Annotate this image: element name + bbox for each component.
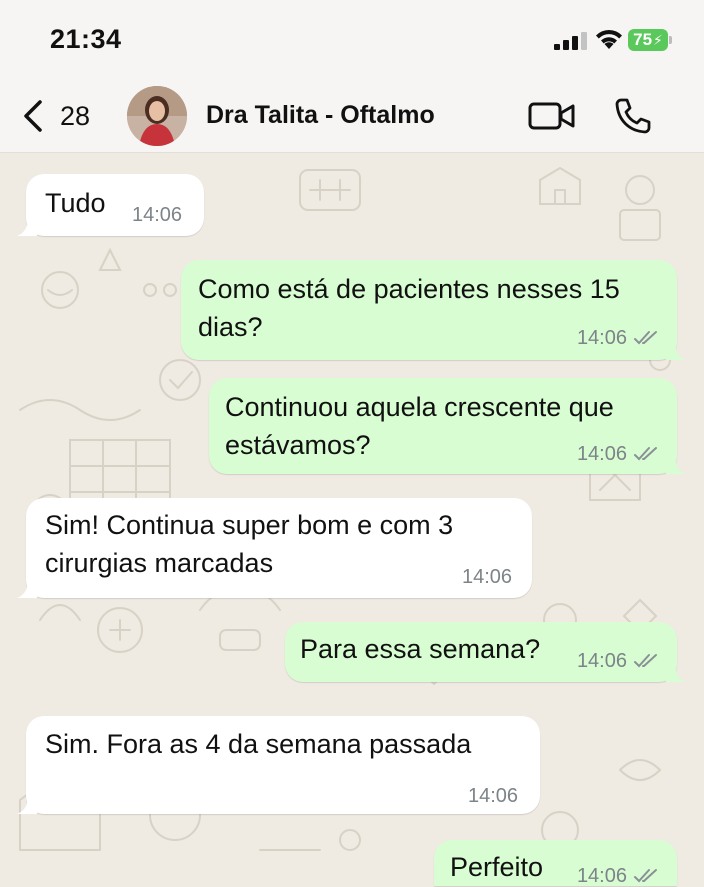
wifi-icon — [596, 29, 622, 49]
bubble-tail — [17, 216, 37, 236]
message-text: Tudo — [45, 188, 106, 218]
contact-name[interactable]: Dra Talita - Oftalmo — [206, 101, 435, 130]
message-time: 14:06 — [576, 865, 627, 887]
battery-icon: 75 ⚡ — [628, 29, 674, 51]
message-text: estávamos? — [225, 430, 371, 460]
message-text: Sim! Continua super bom e com 3 — [45, 510, 454, 540]
signal-icon — [554, 32, 587, 50]
message-text: Perfeito — [450, 852, 544, 882]
avatar[interactable] — [127, 86, 187, 146]
message-text: Para essa semana? — [300, 634, 541, 664]
message-bubble-outgoing[interactable]: Perfeito 14:06 — [434, 840, 677, 886]
message-time: 14:06 — [462, 566, 513, 588]
bubble-tail — [666, 662, 686, 682]
message-text: dias? — [198, 312, 263, 342]
read-ticks-icon — [634, 869, 657, 883]
message-text: Continuou aquela crescente que — [225, 392, 614, 422]
message-time: 14:06 — [576, 443, 627, 465]
message-bubble-outgoing[interactable]: Para essa semana? 14:06 — [285, 622, 686, 682]
read-ticks-icon — [634, 331, 657, 345]
bubble-tail — [666, 340, 686, 360]
unread-count[interactable]: 28 — [60, 101, 90, 132]
message-time: 14:06 — [576, 650, 627, 672]
message-bubble-incoming[interactable]: Tudo 14:06 — [17, 174, 204, 236]
bubble-tail — [666, 454, 686, 474]
read-ticks-icon — [634, 447, 657, 461]
read-ticks-icon — [634, 654, 657, 668]
bubble-tail — [17, 578, 37, 598]
message-text: Como está de pacientes nesses 15 — [198, 274, 620, 304]
status-time: 21:34 — [50, 24, 122, 54]
message-bubble-outgoing[interactable]: Como está de pacientes nesses 15 dias? 1… — [181, 260, 686, 360]
video-call-icon[interactable] — [528, 100, 576, 132]
status-bar: 21:34 75 ⚡ — [0, 0, 704, 80]
bubble-tail — [17, 794, 37, 814]
message-text: Sim. Fora as 4 da semana passada — [45, 729, 472, 759]
voice-call-icon[interactable] — [612, 96, 652, 136]
message-bubble-outgoing[interactable]: Continuou aquela crescente que estávamos… — [209, 378, 686, 474]
message-time: 14:06 — [576, 327, 627, 349]
chat-header: 28 Dra Talita - Oftalmo — [0, 80, 704, 153]
message-time: 14:06 — [468, 785, 519, 807]
message-time: 14:06 — [132, 204, 183, 226]
message-bubble-incoming[interactable]: Sim! Continua super bom e com 3 cirurgia… — [17, 498, 532, 598]
battery-level: 75 — [633, 30, 653, 49]
message-text: cirurgias marcadas — [45, 548, 274, 578]
back-chevron-icon[interactable] — [18, 98, 48, 134]
message-bubble-incoming[interactable]: Sim. Fora as 4 da semana passada 14:06 — [17, 716, 540, 814]
